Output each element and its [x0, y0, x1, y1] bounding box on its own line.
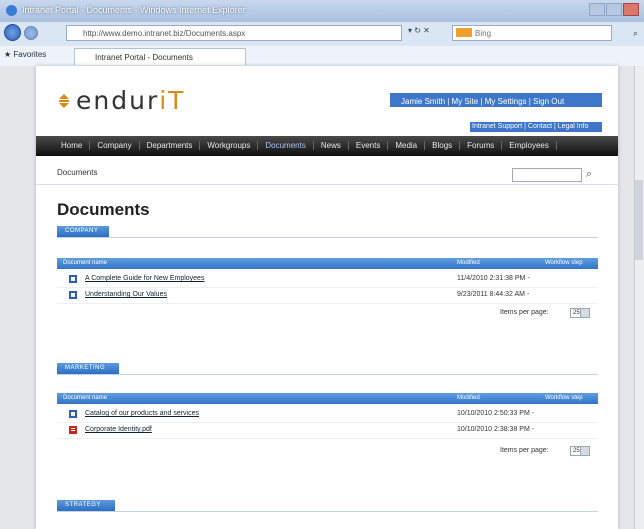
- forward-button[interactable]: [24, 26, 38, 40]
- modified-date: 10/10/2010 2:38:38 PM -: [457, 426, 535, 433]
- main-navigation: Home Company Departments Workgroups Document…: [36, 136, 618, 156]
- back-button[interactable]: [4, 24, 21, 41]
- search-icon[interactable]: ⌕: [633, 28, 638, 39]
- nav-item-workgroups[interactable]: Workgroups: [200, 141, 259, 150]
- items-per-page-select[interactable]: 25: [570, 446, 590, 456]
- address-toolbar: http://www.demo.intranet.biz/Documents.a…: [0, 22, 644, 46]
- table-row: Corporate Identity.pdf 10/10/2010 2:38:3…: [57, 423, 598, 439]
- nav-item-home[interactable]: Home: [54, 141, 91, 150]
- nav-item-events[interactable]: Events: [349, 141, 389, 150]
- refresh-stop-controls[interactable]: ▾ ↻ ✕: [408, 26, 448, 40]
- window-controls: [588, 3, 640, 17]
- secondary-links[interactable]: Intranet Support | Contact | Legal Info: [472, 123, 589, 130]
- window-title: Intranet Portal - Documents - Windows In…: [22, 5, 246, 15]
- chevron-down-icon: [580, 447, 589, 455]
- items-per-page-select[interactable]: 25: [570, 308, 590, 318]
- document-link[interactable]: A Complete Guide for New Employees: [85, 275, 204, 282]
- items-per-page-label: Items per page:: [500, 309, 549, 316]
- column-header-workflow[interactable]: Workflow step: [545, 395, 583, 401]
- column-header-modified[interactable]: Modified: [457, 395, 480, 401]
- section-divider: [57, 511, 598, 512]
- chevron-down-icon: [580, 309, 589, 317]
- document-link[interactable]: Corporate Identity.pdf: [85, 426, 152, 433]
- table-row: A Complete Guide for New Employees 11/4/…: [57, 272, 598, 288]
- table-header: Document name Modified Workflow step: [57, 393, 598, 404]
- nav-item-forums[interactable]: Forums: [460, 141, 503, 150]
- section-divider: [57, 237, 598, 238]
- nav-item-news[interactable]: News: [314, 141, 349, 150]
- nav-item-departments[interactable]: Departments: [140, 141, 201, 150]
- nav-item-employees[interactable]: Employees: [502, 141, 557, 150]
- breadcrumb[interactable]: Documents: [57, 168, 97, 177]
- modified-date: 10/10/2010 2:50:33 PM -: [457, 410, 535, 417]
- nav-item-company[interactable]: Company: [90, 141, 140, 150]
- table-row: Understanding Our Values 9/23/2011 8:44:…: [57, 288, 598, 304]
- modified-date: 9/23/2011 8:44:32 AM -: [457, 291, 530, 298]
- site-search-input[interactable]: [512, 168, 582, 182]
- user-links[interactable]: Jamie Smith | My Site | My Settings | Si…: [401, 97, 564, 106]
- section-tab-company[interactable]: Company: [57, 226, 109, 237]
- document-link[interactable]: Understanding Our Values: [85, 291, 167, 298]
- search-icon[interactable]: ⌕: [586, 168, 598, 180]
- modified-date: 11/4/2010 2:31:38 PM -: [457, 275, 530, 282]
- nav-item-blogs[interactable]: Blogs: [425, 141, 461, 150]
- section-tab-marketing[interactable]: Marketing: [57, 363, 119, 374]
- bing-icon: [456, 28, 472, 37]
- section-tab-strategy[interactable]: Strategy: [57, 500, 115, 511]
- close-button[interactable]: [623, 3, 639, 16]
- word-doc-icon: [69, 275, 77, 283]
- logo[interactable]: enduriT: [76, 86, 185, 115]
- favorites-bar: ★ Favorites Intranet Portal - Documents: [0, 46, 644, 67]
- scrollbar-thumb[interactable]: [635, 180, 643, 260]
- browser-tab[interactable]: Intranet Portal - Documents: [74, 48, 246, 65]
- word-doc-icon: [69, 291, 77, 299]
- word-doc-icon: [69, 410, 77, 418]
- address-bar[interactable]: http://www.demo.intranet.biz/Documents.a…: [66, 25, 402, 41]
- favorites-button[interactable]: ★ Favorites: [4, 50, 46, 59]
- column-header-name[interactable]: Document name: [63, 260, 107, 266]
- column-header-name[interactable]: Document name: [63, 395, 107, 401]
- pdf-icon: [69, 426, 77, 434]
- scrollbar[interactable]: [634, 66, 644, 529]
- table-row: Catalog of our products and services 10/…: [57, 407, 598, 423]
- column-header-modified[interactable]: Modified: [457, 260, 480, 266]
- logo-diamond-icon: [59, 94, 69, 108]
- column-header-workflow[interactable]: Workflow step: [545, 260, 583, 266]
- page-title: Documents: [57, 200, 150, 219]
- table-header: Document name Modified Workflow step: [57, 258, 598, 269]
- section-divider: [57, 374, 598, 375]
- ie-logo-icon: [6, 5, 17, 16]
- document-link[interactable]: Catalog of our products and services: [85, 410, 199, 417]
- nav-item-documents[interactable]: Documents: [258, 141, 314, 150]
- items-per-page-label: Items per page:: [500, 447, 549, 454]
- window-titlebar: Intranet Portal - Documents - Windows In…: [0, 0, 644, 22]
- maximize-button[interactable]: [606, 3, 622, 16]
- browser-search-box[interactable]: Bing: [452, 25, 612, 41]
- nav-item-media[interactable]: Media: [388, 141, 426, 150]
- minimize-button[interactable]: [589, 3, 605, 16]
